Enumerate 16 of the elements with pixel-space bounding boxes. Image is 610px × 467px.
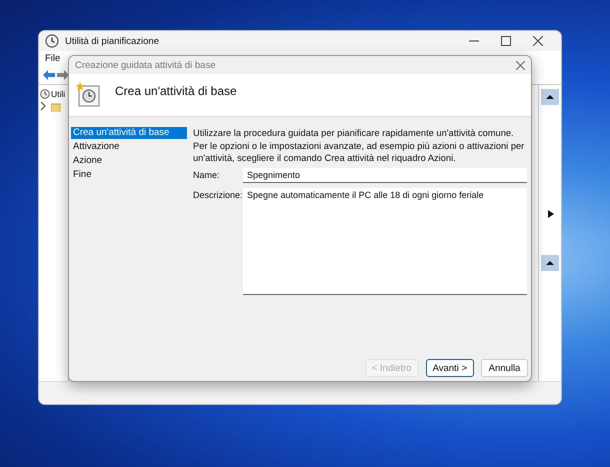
wizard-step[interactable]: Azione [71, 155, 187, 167]
tree-item[interactable]: Utili [51, 89, 66, 99]
window-title: Utilità di pianificazione [65, 36, 160, 46]
field-label: Descrizione: [193, 188, 243, 200]
wizard-button[interactable]: Avanti > [426, 359, 474, 377]
wizard-step[interactable]: Fine [71, 169, 187, 181]
intro-text: Utilizzare la procedura guidata per pianificare rapidamente un'attività comune. Per le opzioni o le impostazioni avanzate, ad esempio più azioni o attivazioni per un'attività, scegliere il comando Crea attività nel riquadro Azioni. [193, 127, 526, 164]
wizard-step[interactable]: Crea un'attività di base [71, 127, 187, 139]
dialog-title: Creazione guidata attività di base [75, 60, 216, 70]
field-label: Name: [193, 168, 221, 180]
description-field[interactable]: Spegne automaticamente il PC alle 18 di ogni giorno feriale [243, 188, 527, 294]
wizard-step[interactable]: Attivazione [71, 141, 187, 153]
wizard-button[interactable]: Annulla [481, 359, 528, 377]
name-field[interactable]: Spegnimento [243, 168, 527, 182]
wizard-heading: Crea un'attività di base [115, 84, 237, 98]
menu-item[interactable]: File [45, 53, 60, 64]
